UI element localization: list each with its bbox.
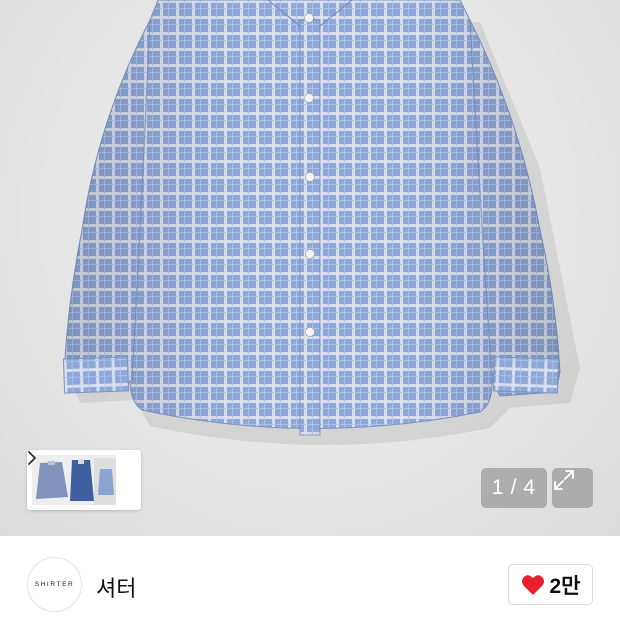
brand-logo-text: SHIRTER <box>34 581 75 588</box>
heart-icon <box>521 574 544 595</box>
product-detail-screen: 1 / 4 SHIRTER 셔터 2만 <box>0 0 620 620</box>
thumbnail-images[interactable] <box>32 455 116 505</box>
expand-icon <box>554 470 574 490</box>
like-count: 2만 <box>549 574 581 598</box>
image-counter: 1 / 4 <box>481 468 547 508</box>
thumbnail-strip[interactable] <box>27 450 141 510</box>
brand-name[interactable]: 셔터 <box>96 571 136 603</box>
counter-total: 4 <box>523 476 537 499</box>
counter-separator: / <box>510 476 518 499</box>
product-image-viewer[interactable]: 1 / 4 <box>0 0 620 536</box>
brand-logo[interactable]: SHIRTER <box>27 557 82 612</box>
expand-button[interactable] <box>552 468 593 508</box>
like-button[interactable]: 2만 <box>508 564 593 605</box>
counter-current: 1 <box>491 476 505 499</box>
